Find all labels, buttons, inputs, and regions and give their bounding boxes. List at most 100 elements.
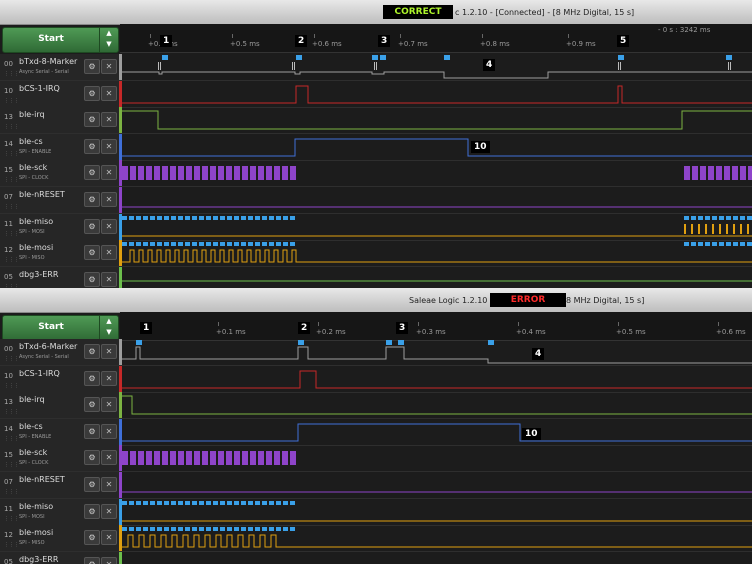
- channel-waveform[interactable]: [122, 552, 752, 564]
- channel-name[interactable]: bTxd-6-Marker: [19, 342, 77, 351]
- close-icon[interactable]: ✕: [101, 138, 117, 154]
- grip-icon[interactable]: ⋮⋮⋮: [4, 383, 19, 389]
- channel-waveform[interactable]: [122, 214, 752, 240]
- channel-waveform[interactable]: [122, 366, 752, 392]
- channel-name[interactable]: dbg3-ERR: [19, 555, 58, 564]
- grip-icon[interactable]: ⋮⋮⋮: [4, 409, 19, 415]
- grip-icon[interactable]: ⋮⋮⋮: [4, 462, 19, 468]
- close-icon[interactable]: ✕: [101, 271, 117, 287]
- channel-name[interactable]: ble-miso: [19, 502, 53, 511]
- channel-label[interactable]: 10 bCS-1-IRQ ⋮⋮⋮ ⚙ ✕: [0, 80, 121, 107]
- close-icon[interactable]: ✕: [101, 112, 117, 128]
- channel-waveform[interactable]: [122, 134, 752, 160]
- channel-label[interactable]: 11 ble-miso SPI - MOSI ⋮⋮⋮ ⚙ ✕: [0, 213, 121, 240]
- gear-icon[interactable]: ⚙: [84, 344, 100, 359]
- grip-icon[interactable]: ⋮⋮⋮: [4, 151, 19, 157]
- channel-waveform[interactable]: [122, 419, 752, 445]
- bottom-start-button[interactable]: Start ▲ ▼: [2, 315, 119, 341]
- close-icon[interactable]: ✕: [101, 192, 117, 207]
- channel-waveform[interactable]: [122, 525, 752, 551]
- close-icon[interactable]: ✕: [101, 423, 117, 439]
- channel-name[interactable]: ble-irq: [19, 395, 45, 404]
- channel-label[interactable]: 15 ble-sck SPI - CLOCK ⋮⋮⋮ ⚙ ✕: [0, 445, 121, 472]
- top-start-button[interactable]: Start ▲ ▼: [2, 27, 119, 53]
- channel-waveform[interactable]: [122, 499, 752, 525]
- channel-row[interactable]: 13 ble-irq ⋮⋮⋮ ⚙ ✕: [0, 392, 752, 420]
- up-down-arrows-icon[interactable]: ▲ ▼: [99, 316, 118, 340]
- channel-waveform[interactable]: [122, 81, 752, 107]
- channel-label[interactable]: 11 ble-miso SPI - MOSI ⋮⋮⋮ ⚙ ✕: [0, 498, 121, 525]
- channel-label[interactable]: 00 bTxd-8-Marker Async Serial - Serial ⋮⋮⋮ ⚙…: [0, 54, 121, 80]
- channel-name[interactable]: ble-irq: [19, 110, 45, 119]
- gear-icon[interactable]: ⚙: [84, 138, 100, 154]
- channel-row[interactable]: 05dbg3-ERR⋮⋮⋮⚙✕: [0, 551, 752, 564]
- grip-icon[interactable]: ⋮⋮⋮: [4, 516, 19, 522]
- channel-label[interactable]: 10 bCS-1-IRQ ⋮⋮⋮ ⚙ ✕: [0, 365, 121, 392]
- channel-row[interactable]: 05dbg3-ERR⋮⋮⋮⚙✕: [0, 266, 752, 288]
- channel-waveform[interactable]: [122, 445, 752, 471]
- channel-label[interactable]: 14 ble-cs SPI - ENABLE ⋮⋮⋮ ⚙ ✕: [0, 133, 121, 160]
- grip-icon[interactable]: ⋮⋮⋮: [4, 177, 19, 183]
- bottom-time-ruler[interactable]: +0.1 ms +0.2 ms +0.3 ms +0.4 ms +0.5 ms …: [120, 312, 752, 341]
- channel-name[interactable]: dbg3-ERR: [19, 270, 58, 279]
- channel-row[interactable]: 15 ble-sck SPI - CLOCK ⋮⋮⋮ ⚙ ✕: [0, 445, 752, 473]
- close-icon[interactable]: ✕: [101, 218, 117, 234]
- channel-name[interactable]: bCS-1-IRQ: [19, 84, 60, 93]
- channel-waveform[interactable]: [122, 160, 752, 186]
- channel-label[interactable]: 15 ble-sck SPI - CLOCK ⋮⋮⋮ ⚙ ✕: [0, 160, 121, 187]
- close-icon[interactable]: ✕: [101, 344, 117, 359]
- channel-row[interactable]: 12 ble-mosi SPI - MISO ⋮⋮⋮ ⚙ ✕: [0, 240, 752, 268]
- gear-icon[interactable]: ⚙: [84, 450, 100, 466]
- channel-row[interactable]: 11 ble-miso SPI - MOSI ⋮⋮⋮ ⚙ ✕: [0, 498, 752, 526]
- channel-label[interactable]: 05dbg3-ERR⋮⋮⋮⚙✕: [0, 551, 121, 564]
- grip-icon[interactable]: ⋮⋮⋮: [4, 124, 19, 130]
- close-icon[interactable]: ✕: [101, 370, 117, 386]
- gear-icon[interactable]: ⚙: [84, 112, 100, 128]
- channel-name[interactable]: ble-mosi: [19, 243, 53, 252]
- up-down-arrows-icon[interactable]: ▲ ▼: [99, 28, 118, 52]
- channel-row[interactable]: 15 ble-sck SPI - CLOCK ⋮⋮⋮ ⚙ ✕: [0, 160, 752, 188]
- channel-waveform[interactable]: [122, 392, 752, 418]
- grip-icon[interactable]: ⋮⋮⋮: [4, 436, 19, 442]
- channel-waveform[interactable]: [122, 267, 752, 288]
- grip-icon[interactable]: ⋮⋮⋮: [4, 98, 19, 104]
- channel-label[interactable]: 07 ble-nRESET ⋮⋮⋮ ⚙ ✕: [0, 187, 121, 213]
- channel-waveform[interactable]: [122, 472, 752, 498]
- channel-row[interactable]: 07 ble-nRESET ⋮⋮⋮ ⚙ ✕: [0, 187, 752, 214]
- grip-icon[interactable]: ⋮⋮⋮: [4, 71, 19, 77]
- gear-icon[interactable]: ⚙: [84, 477, 100, 492]
- gear-icon[interactable]: ⚙: [84, 165, 100, 181]
- channel-label[interactable]: 13 ble-irq ⋮⋮⋮ ⚙ ✕: [0, 392, 121, 419]
- channel-waveform[interactable]: [122, 240, 752, 266]
- gear-icon[interactable]: ⚙: [84, 59, 100, 74]
- close-icon[interactable]: ✕: [101, 59, 117, 74]
- gear-icon[interactable]: ⚙: [84, 530, 100, 546]
- channel-name[interactable]: ble-cs: [19, 422, 43, 431]
- channel-name[interactable]: bTxd-8-Marker: [19, 57, 77, 66]
- close-icon[interactable]: ✕: [101, 530, 117, 546]
- close-icon[interactable]: ✕: [101, 397, 117, 413]
- close-icon[interactable]: ✕: [101, 450, 117, 466]
- channel-row[interactable]: 10 bCS-1-IRQ ⋮⋮⋮ ⚙ ✕: [0, 365, 752, 393]
- channel-row[interactable]: 00 bTxd-8-Marker Async Serial - Serial ⋮⋮⋮ ⚙…: [0, 54, 752, 81]
- gear-icon[interactable]: ⚙: [84, 397, 100, 413]
- channel-waveform[interactable]: [122, 339, 752, 365]
- grip-icon[interactable]: ⋮⋮⋮: [4, 231, 19, 237]
- gear-icon[interactable]: ⚙: [84, 245, 100, 261]
- channel-label[interactable]: 05dbg3-ERR⋮⋮⋮⚙✕: [0, 266, 121, 288]
- channel-row[interactable]: 10 bCS-1-IRQ ⋮⋮⋮ ⚙ ✕: [0, 80, 752, 108]
- grip-icon[interactable]: ⋮⋮⋮: [4, 356, 19, 362]
- close-icon[interactable]: ✕: [101, 556, 117, 564]
- close-icon[interactable]: ✕: [101, 477, 117, 492]
- channel-label[interactable]: 12 ble-mosi SPI - MISO ⋮⋮⋮ ⚙ ✕: [0, 240, 121, 267]
- grip-icon[interactable]: ⋮⋮⋮: [4, 489, 19, 495]
- channel-label[interactable]: 12 ble-mosi SPI - MISO ⋮⋮⋮ ⚙ ✕: [0, 525, 121, 552]
- top-time-ruler[interactable]: - 0 s : 3242 ms +0.4 ms +0.5 ms +0.6 ms …: [120, 24, 752, 53]
- channel-row[interactable]: 13 ble-irq ⋮⋮⋮ ⚙ ✕: [0, 107, 752, 135]
- channel-waveform[interactable]: [122, 187, 752, 213]
- gear-icon[interactable]: ⚙: [84, 503, 100, 519]
- grip-icon[interactable]: ⋮⋮⋮: [4, 257, 19, 263]
- channel-name[interactable]: ble-cs: [19, 137, 43, 146]
- channel-name[interactable]: ble-nRESET: [19, 475, 65, 484]
- channel-row[interactable]: 07 ble-nRESET ⋮⋮⋮ ⚙ ✕: [0, 472, 752, 499]
